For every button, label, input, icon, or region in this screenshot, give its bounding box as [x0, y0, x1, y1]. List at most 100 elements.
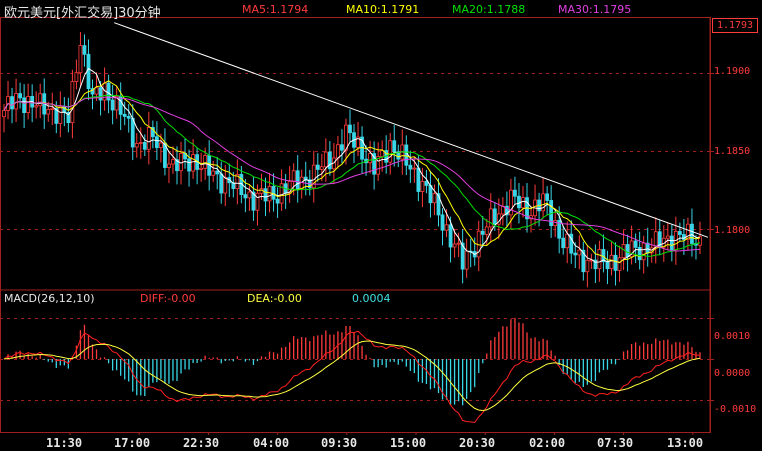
- candle-body: [159, 142, 163, 149]
- candle-body: [609, 254, 614, 270]
- candle-body: [404, 144, 409, 166]
- candle-body: [545, 193, 550, 201]
- candle-body: [171, 159, 175, 165]
- candle-body: [267, 185, 272, 202]
- x-tick-label: 15:00: [390, 436, 427, 450]
- candle-body: [255, 192, 260, 211]
- x-tick-label: 09:30: [321, 436, 358, 450]
- candle-body: [219, 173, 224, 194]
- candle-body: [295, 170, 300, 190]
- x-tick-label: 02:00: [529, 436, 566, 450]
- macd-y-tick-label: 0.0000: [714, 368, 751, 379]
- candle-body: [416, 167, 421, 192]
- chart-canvas: [0, 17, 714, 435]
- current-price-box: 1.1793: [712, 18, 758, 33]
- candle-body: [70, 81, 75, 124]
- candle-body: [617, 257, 622, 271]
- candle-body: [633, 240, 638, 248]
- trendline: [114, 22, 709, 238]
- candle-body: [122, 113, 127, 117]
- candle-body: [243, 194, 248, 199]
- candle-body: [291, 170, 296, 182]
- candle-body: [585, 259, 590, 273]
- candle-body: [686, 223, 690, 240]
- candle-body: [215, 170, 220, 175]
- x-tick-label: 11:30: [46, 436, 83, 450]
- candle-body: [577, 249, 582, 256]
- candle-body: [444, 224, 449, 231]
- candle-body: [340, 144, 344, 151]
- chart-frame: [0, 17, 711, 435]
- candle-body: [669, 235, 674, 251]
- candle-body: [480, 230, 485, 235]
- ma30-line: [3, 96, 701, 252]
- candle-body: [488, 208, 493, 228]
- candle-body: [134, 143, 139, 148]
- candle-body: [348, 124, 352, 134]
- candle-body: [388, 140, 393, 163]
- candle-body: [46, 109, 51, 115]
- plot-border: [0, 17, 711, 433]
- y-tick-label: 1.1900: [714, 66, 751, 77]
- candle-body: [412, 167, 417, 170]
- macd-y-tick-label: -0.0010: [714, 404, 757, 415]
- y-tick-label: 1.1800: [714, 225, 751, 236]
- candle-body: [167, 163, 171, 168]
- candle-body: [641, 242, 646, 261]
- candle-body: [513, 189, 517, 197]
- y-tick-label: 1.1850: [714, 146, 751, 157]
- x-tick-label: 20:30: [459, 436, 496, 450]
- candle-body: [50, 107, 55, 110]
- candle-body: [682, 234, 686, 240]
- ma20-line: [3, 94, 701, 257]
- candle-body: [74, 72, 79, 82]
- macd-y-tick-label: 0.0010: [714, 331, 751, 342]
- candle-body: [263, 188, 268, 202]
- moving-average-lines: [3, 67, 701, 264]
- candle-body: [146, 127, 151, 150]
- candle-body: [368, 153, 373, 164]
- dea-label: DEA:-0.00: [247, 292, 302, 305]
- candle-body: [517, 195, 521, 209]
- candle-body: [271, 185, 276, 200]
- candle-body: [432, 193, 437, 204]
- candle-body: [82, 45, 87, 55]
- candle-body: [613, 254, 618, 271]
- ma30-label: MA30:1.1795: [558, 3, 632, 16]
- candle-body: [223, 177, 228, 194]
- candle-body: [142, 142, 147, 150]
- candle-body: [440, 214, 445, 231]
- ma10-label: MA10:1.1791: [346, 3, 420, 16]
- candle-body: [464, 250, 469, 270]
- candle-body: [126, 116, 131, 119]
- candle-body: [448, 224, 453, 248]
- macd-label: MACD(26,12,10): [4, 292, 95, 305]
- candle-body: [456, 242, 461, 245]
- candle-body: [191, 154, 195, 172]
- ma20-label: MA20:1.1788: [452, 3, 526, 16]
- candle-body: [154, 136, 159, 149]
- x-tick-label: 13:00: [667, 436, 704, 450]
- candle-body: [428, 185, 433, 204]
- candle-body: [78, 45, 83, 74]
- candle-body: [625, 244, 630, 258]
- candle-body: [14, 93, 18, 110]
- candle-body: [58, 106, 63, 124]
- candle-body: [138, 142, 143, 144]
- candles: [2, 32, 702, 288]
- candle-body: [2, 110, 6, 118]
- candle-body: [621, 244, 626, 259]
- candle-body: [573, 252, 578, 256]
- candle-body: [10, 96, 14, 110]
- candle-body: [211, 170, 216, 176]
- diff-label: DIFF:-0.00: [140, 292, 196, 305]
- candle-body: [275, 198, 280, 204]
- candle-body: [420, 180, 425, 192]
- candle-body: [199, 167, 204, 170]
- candle-body: [392, 140, 397, 153]
- x-tick-label: 04:00: [253, 436, 290, 450]
- candle-body: [323, 151, 328, 168]
- candle-body: [484, 226, 489, 235]
- candle-body: [565, 233, 570, 249]
- candle-body: [408, 164, 413, 170]
